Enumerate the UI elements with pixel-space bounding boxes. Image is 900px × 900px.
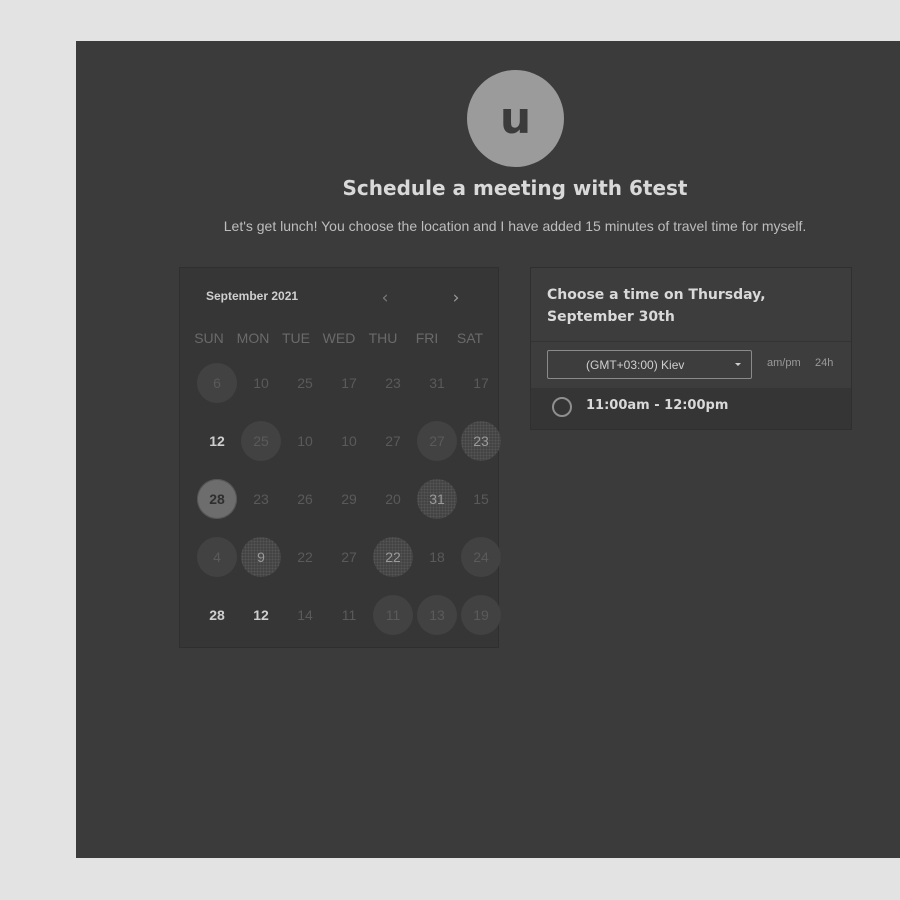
calendar-day[interactable]: 24: [461, 537, 501, 577]
calendar-day: 11: [341, 607, 357, 623]
calendar-day[interactable]: 27: [417, 421, 457, 461]
format-24h-toggle[interactable]: 24h: [815, 357, 833, 369]
chevron-left-icon[interactable]: ‹: [373, 286, 397, 310]
calendar-day: 25: [297, 375, 313, 391]
calendar-day: 23: [253, 491, 269, 507]
timezone-value: (GMT+03:00) Kiev: [586, 357, 685, 372]
calendar-month-label: September 2021: [206, 289, 299, 303]
calendar-day: 17: [473, 375, 489, 391]
weekday-label: FRI: [415, 330, 439, 346]
calendar-day[interactable]: 11: [373, 595, 413, 635]
calendar-day: 20: [385, 491, 401, 507]
chevron-right-icon[interactable]: ›: [444, 286, 468, 310]
calendar-day: 27: [341, 549, 357, 565]
calendar-day[interactable]: 28: [197, 595, 237, 635]
weekday-label: MON: [236, 330, 270, 346]
divider: [531, 341, 851, 342]
calendar-day: 22: [297, 549, 313, 565]
calendar-day: 26: [297, 491, 313, 507]
calendar-day: 10: [341, 433, 357, 449]
avatar: u: [467, 70, 564, 167]
weekday-label: WED: [322, 330, 356, 346]
radio-circle-icon[interactable]: [552, 397, 572, 417]
time-picker-title: Choose a time on Thursday, September 30t…: [547, 287, 766, 325]
calendar-day[interactable]: 4: [197, 537, 237, 577]
calendar-day[interactable]: 31: [417, 479, 457, 519]
calendar-day[interactable]: 22: [373, 537, 413, 577]
weekday-label: THU: [368, 330, 398, 346]
calendar-day[interactable]: 23: [461, 421, 501, 461]
calendar-day[interactable]: 25: [241, 421, 281, 461]
calendar-day: 15: [473, 491, 489, 507]
calendar-day-selected[interactable]: 28: [197, 479, 237, 519]
calendar-day: 23: [385, 375, 401, 391]
calendar-day: 6: [197, 363, 237, 403]
calendar-day[interactable]: 9: [241, 537, 281, 577]
meeting-description: Let's get lunch! You choose the location…: [223, 218, 807, 234]
calendar-day[interactable]: 12: [241, 595, 281, 635]
weekday-label: SAT: [456, 330, 484, 346]
calendar-day: 10: [297, 433, 313, 449]
calendar-day: 31: [429, 375, 445, 391]
calendar-day: 29: [341, 491, 357, 507]
weekday-label: TUE: [282, 330, 310, 346]
time-slot[interactable]: 11:00am - 12:00pm: [531, 388, 851, 429]
time-slot-label: 11:00am - 12:00pm: [586, 398, 729, 413]
timezone-select[interactable]: (GMT+03:00) Kiev: [547, 350, 752, 379]
calendar-day[interactable]: 19: [461, 595, 501, 635]
format-12h-toggle[interactable]: am/pm: [767, 357, 801, 369]
calendar-day: 14: [297, 607, 313, 623]
caret-down-icon: [735, 363, 741, 366]
calendar-day: 18: [429, 549, 445, 565]
calendar-day[interactable]: 13: [417, 595, 457, 635]
calendar-day[interactable]: 12: [197, 421, 237, 461]
calendar-day: 27: [385, 433, 401, 449]
page-title: Schedule a meeting with 6test: [342, 176, 688, 200]
calendar-day: 17: [341, 375, 357, 391]
calendar-day: 10: [253, 375, 269, 391]
weekday-label: SUN: [194, 330, 224, 346]
